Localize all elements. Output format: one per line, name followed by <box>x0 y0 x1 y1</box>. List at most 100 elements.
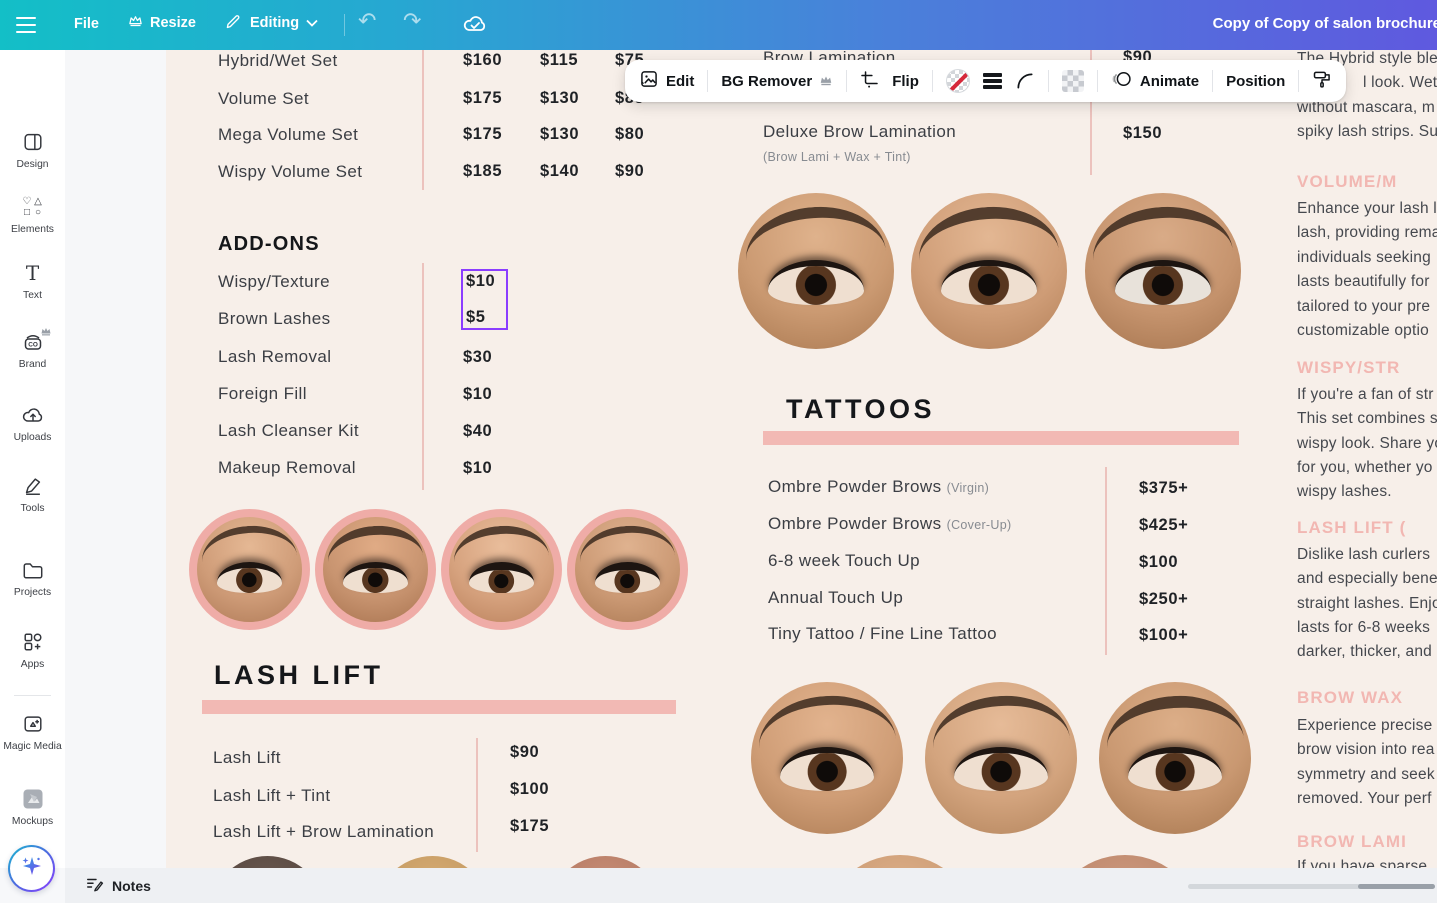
border-color-icon[interactable] <box>946 69 970 93</box>
crown-icon <box>128 14 143 31</box>
brow-photo[interactable] <box>751 682 903 834</box>
sparkle-icon <box>19 853 45 884</box>
service-name: Lash Lift <box>213 748 281 768</box>
body-text-line: wispy look. Share yo <box>1297 435 1437 453</box>
edit-image-button[interactable]: Edit <box>639 69 694 93</box>
file-menu-button[interactable]: File <box>74 16 99 32</box>
redo-button[interactable]: ↷ <box>403 8 421 34</box>
sidebar-item-magic-media[interactable]: Magic Media <box>0 712 65 752</box>
scrollbar-thumb[interactable] <box>1358 884 1435 889</box>
service-name: Lash Removal <box>218 347 331 367</box>
price: $425+ <box>1139 516 1188 535</box>
brow-photo-partial[interactable] <box>1047 855 1203 868</box>
brow-photo[interactable] <box>925 682 1077 834</box>
price: $185 <box>463 162 502 181</box>
transparency-icon[interactable] <box>1062 70 1084 92</box>
tools-icon <box>21 474 45 498</box>
body-text-line: straight lashes. Enjo <box>1297 595 1437 613</box>
resize-button[interactable]: Resize <box>128 14 196 31</box>
lash-photo[interactable] <box>567 509 688 630</box>
sidebar-item-uploads[interactable]: Uploads <box>0 403 65 443</box>
topbar-divider <box>344 14 345 36</box>
selected-text-box[interactable]: $10 $5 <box>461 269 508 330</box>
toolbar-divider <box>846 70 847 92</box>
pink-heading: BROW WAX <box>1297 688 1403 708</box>
crop-button[interactable] <box>860 70 879 93</box>
body-text-line: Enhance your lash l <box>1297 200 1437 218</box>
toolbar-divider <box>1298 70 1299 92</box>
design-canvas-page[interactable]: Hybrid/Wet Set $160 $115 $75 Volume Set … <box>166 50 1437 868</box>
sidebar-item-tools[interactable]: Tools <box>0 474 65 514</box>
price: $115 <box>540 51 578 70</box>
toolbar-divider <box>932 70 933 92</box>
brow-photo[interactable] <box>1099 682 1251 834</box>
price: $80 <box>615 125 644 144</box>
brow-photo[interactable] <box>1085 193 1241 349</box>
price: $10 <box>463 271 506 291</box>
toolbar-divider <box>1212 70 1213 92</box>
body-text-line: lasts beautifully for <box>1297 273 1430 291</box>
projects-icon <box>21 558 45 582</box>
cloud-save-icon[interactable] <box>462 12 488 41</box>
lash-photo[interactable] <box>441 509 562 630</box>
mockups-icon <box>21 787 45 811</box>
brow-photo[interactable] <box>738 193 894 349</box>
lash-photo-partial[interactable] <box>548 856 663 868</box>
brand-icon: CO <box>21 330 45 354</box>
pink-divider <box>422 263 424 490</box>
sidebar-item-text[interactable]: T Text <box>0 261 65 301</box>
price: $130 <box>540 125 579 144</box>
toolbar-divider <box>1097 70 1098 92</box>
sidebar-label: Mockups <box>12 816 53 827</box>
lash-photo[interactable] <box>315 509 436 630</box>
position-label: Position <box>1226 73 1285 90</box>
animate-button[interactable]: Animate <box>1111 69 1199 93</box>
lash-photo-partial[interactable] <box>375 856 490 868</box>
editing-mode-dropdown[interactable]: Editing <box>225 12 318 34</box>
brow-photo[interactable] <box>911 193 1067 349</box>
pink-divider <box>476 738 478 852</box>
svg-text:CO: CO <box>28 341 38 348</box>
body-text-line: If you're a fan of str <box>1297 386 1434 404</box>
lash-photo[interactable] <box>189 509 310 630</box>
body-text-line: brow vision into rea <box>1297 741 1435 759</box>
sidebar-item-mockups[interactable]: Mockups <box>0 787 65 827</box>
sidebar-label: Tools <box>20 503 44 514</box>
line-weight-icon[interactable] <box>983 73 1002 89</box>
document-title[interactable]: Copy of Copy of salon brochure <box>1213 15 1437 32</box>
lash-photo-partial[interactable] <box>210 856 325 868</box>
price: $5 <box>463 291 506 327</box>
undo-button[interactable]: ↶ <box>358 8 376 34</box>
toolbar-divider <box>1048 70 1049 92</box>
sidebar-item-design[interactable]: Design <box>0 130 65 170</box>
canva-assistant-button[interactable] <box>8 845 55 892</box>
service-name: Wispy Volume Set <box>218 162 362 182</box>
brow-photo-partial[interactable] <box>822 855 978 868</box>
sidebar-item-apps[interactable]: Apps <box>0 630 65 670</box>
bg-remover-button[interactable]: BG Remover <box>721 73 833 90</box>
price: $140 <box>540 162 579 181</box>
service-name: 6-8 week Touch Up <box>768 551 920 571</box>
horizontal-scrollbar[interactable] <box>1188 884 1435 889</box>
text-icon: T <box>21 261 45 285</box>
hamburger-menu-icon[interactable] <box>16 17 36 33</box>
apps-icon <box>21 630 45 654</box>
pink-divider <box>1105 467 1107 655</box>
sidebar-item-brand[interactable]: CO Brand <box>0 330 65 370</box>
price: $10 <box>463 459 492 478</box>
crown-icon <box>819 73 833 90</box>
notes-icon <box>85 875 104 896</box>
copy-style-button[interactable] <box>1312 69 1332 93</box>
sidebar-item-elements[interactable]: ♡△□○ Elements <box>0 195 65 235</box>
pink-heading: BROW LAMI <box>1297 832 1407 852</box>
flip-button[interactable]: Flip <box>892 73 919 90</box>
notes-button[interactable]: Notes <box>85 875 151 896</box>
service-name: Deluxe Brow Lamination <box>763 122 956 142</box>
corner-rounding-icon[interactable] <box>1015 71 1035 91</box>
notes-label: Notes <box>112 878 151 894</box>
sidebar-item-projects[interactable]: Projects <box>0 558 65 598</box>
pink-accent-bar <box>202 700 676 714</box>
price: $375+ <box>1139 479 1188 498</box>
position-button[interactable]: Position <box>1226 73 1285 90</box>
section-title: TATTOOS <box>786 394 935 425</box>
